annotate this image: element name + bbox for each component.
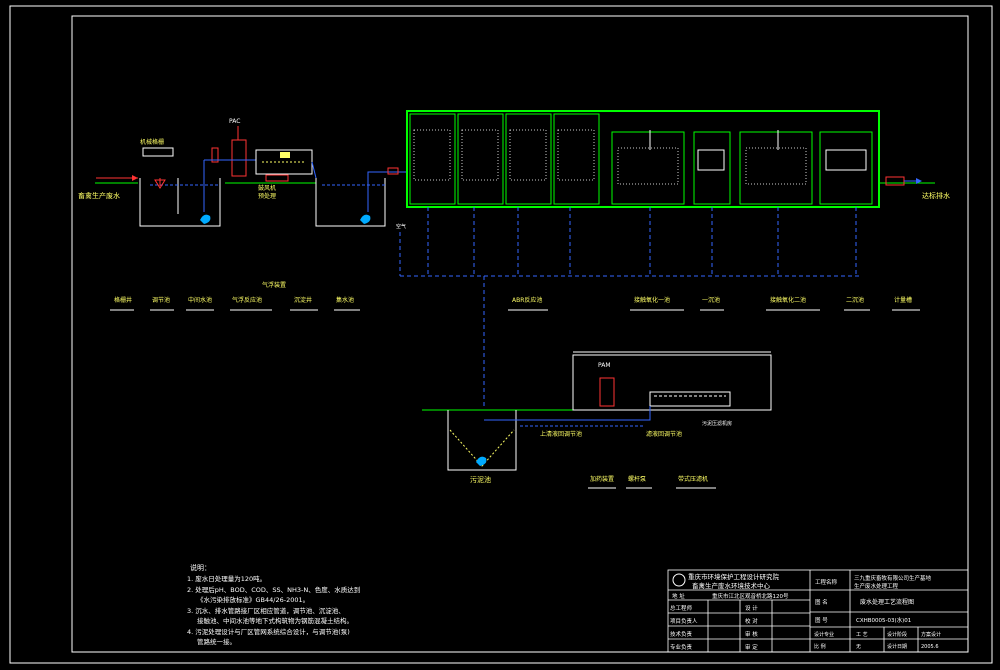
tb-role: 审 定 (745, 643, 758, 651)
notes-title: 说明： (190, 563, 211, 572)
tb-value: 工 艺 (856, 632, 868, 638)
daf-scraper (280, 152, 290, 158)
screen-unit (142, 147, 174, 157)
filtrate-label: 滤液回调节池 (646, 430, 682, 438)
tb-role: 项目负责人 (670, 617, 698, 625)
address-value: 重庆市江北区观音桥北路120号 (712, 592, 789, 600)
process-label: 集水池 (336, 296, 354, 304)
outer-frame (9, 5, 993, 664)
pretreat-label: 预处理 (258, 192, 276, 200)
pump-icon (360, 214, 371, 224)
abr-chambers (409, 113, 600, 205)
address-label: 地 址 (672, 592, 685, 600)
sludge-equipment-row: 加药装置 螺杆泵 带式压滤机 (588, 475, 716, 489)
air-distribution-lines (399, 207, 860, 408)
tb-field: 设计阶段 (887, 631, 907, 638)
supernatant-label: 上清液回调节池 (540, 430, 582, 438)
process-label: 沉淀井 (294, 296, 312, 304)
cad-drawing-canvas: 畜禽生产废水 机械格栅 PAC 鼓风机 预处理 达标排水 空气 气浮装置 格栅井… (0, 0, 1000, 666)
outlet-label: 达标排水 (922, 191, 950, 200)
note-line: 4. 污泥处理设计与厂区管网系统综合设计，与调节池(泵) (187, 627, 350, 636)
process-row-1: 格栅井 调节池 中间水池 气浮反应池 沉淀井 集水池 (110, 296, 360, 311)
note-line: 3. 沉水、排水管路接厂区相应管道，调节池、沉淀池、 (187, 606, 345, 615)
oxidation-chambers (611, 131, 873, 205)
process-flow-diagram: 畜禽生产废水 机械格栅 PAC 鼓风机 预处理 达标排水 空气 气浮装置 格栅井… (9, 5, 993, 664)
pump-icon (476, 456, 487, 466)
note-line: 接触池、中间水池等地下式构筑物为钢筋混凝土结构。 (197, 616, 353, 625)
process-label: 调节池 (152, 296, 170, 304)
process-label: 二沉池 (846, 296, 864, 304)
pump-icon (200, 214, 211, 224)
flow-meter (387, 167, 399, 175)
overflow (311, 161, 317, 179)
process-label: 气浮反应池 (232, 296, 262, 304)
drawing-title: 废水处理工艺流程图 (860, 598, 914, 606)
pam-tank (599, 377, 615, 407)
inlet-label: 畜禽生产废水 (78, 191, 120, 200)
tb-role: 专业负责 (670, 643, 693, 651)
daf-caption: 气浮装置 (262, 281, 286, 289)
drawing-label: 图 名 (815, 598, 828, 606)
process-label: 格栅井 (114, 296, 132, 304)
tb-value: 无 (856, 644, 861, 650)
process-label: 中间水池 (188, 296, 212, 304)
note-line: 2. 处理后pH、BOD、COD、SS、NH3-N、色度、水质达到 (187, 585, 360, 594)
pac-dosing-tank (231, 139, 247, 177)
process-label: 接触氧化二池 (770, 296, 806, 304)
process-row-2: ABR反应池 接触氧化一池 一沉池 接触氧化二池 二沉池 计量槽 (508, 296, 920, 311)
process-label: ABR反应池 (512, 296, 542, 304)
tb-value: 方案设计 (921, 631, 941, 638)
tb-field: 比 例 (814, 643, 826, 650)
tb-role: 设 计 (745, 604, 758, 612)
project-label: 工程名称 (815, 578, 838, 586)
filter-press-room-label: 污泥压滤机房 (702, 420, 732, 427)
tb-role: 校 对 (745, 617, 758, 625)
company-name: 重庆市环境保护工程设计研究院 (688, 572, 780, 581)
inlet-arrow-icon (132, 175, 138, 181)
belt-filter-press (649, 391, 731, 407)
metering-flume (885, 176, 905, 186)
process-label: 一沉池 (702, 296, 720, 304)
tb-role: 总工程师 (670, 604, 693, 612)
daf-blower (265, 174, 289, 182)
equipment-label: 带式压滤机 (678, 475, 708, 483)
drawing-number: CXHB0005-03(水)01 (856, 616, 911, 624)
tb-field: 设计日期 (887, 643, 907, 650)
equipment-label: 螺杆泵 (628, 475, 646, 483)
note-line: 《水污染排放标准》GB44/26-2001。 (197, 595, 309, 604)
number-label: 图 号 (815, 616, 828, 624)
project-value-2: 生产废水处理工程 (854, 582, 899, 590)
pac-label: PAC (229, 118, 240, 125)
project-value: 三九重庆畜牧有限公司生产基地 (854, 574, 932, 582)
sludge-tank-label: 污泥池 (470, 475, 491, 484)
blower-label: 鼓风机 (258, 184, 276, 192)
note-line: 1. 废水日处理量为120吨。 (187, 574, 266, 583)
tb-role: 技术负责 (670, 630, 693, 638)
bioreactor-outline (406, 110, 880, 208)
tb-field: 设计专业 (814, 631, 834, 638)
air-label: 空气 (396, 223, 406, 230)
tb-value: 2005.6 (921, 644, 939, 650)
sludge-feed-pipe (484, 406, 651, 421)
screen-label: 机械格栅 (140, 138, 164, 146)
equipment-label: 加药装置 (590, 475, 614, 483)
tb-role: 审 核 (745, 630, 758, 638)
process-label: 计量槽 (894, 296, 912, 304)
note-line: 管路统一接。 (197, 637, 236, 646)
pam-label: PAM (598, 362, 611, 369)
lift-pipe (367, 171, 408, 212)
process-label: 接触氧化一池 (634, 296, 670, 304)
company-subname: 畜禽生产废水环境技术中心 (692, 581, 771, 590)
company-logo-icon (672, 573, 686, 587)
notes-block: 说明： 1. 废水日处理量为120吨。 2. 处理后pH、BOD、COD、SS、… (187, 563, 360, 646)
